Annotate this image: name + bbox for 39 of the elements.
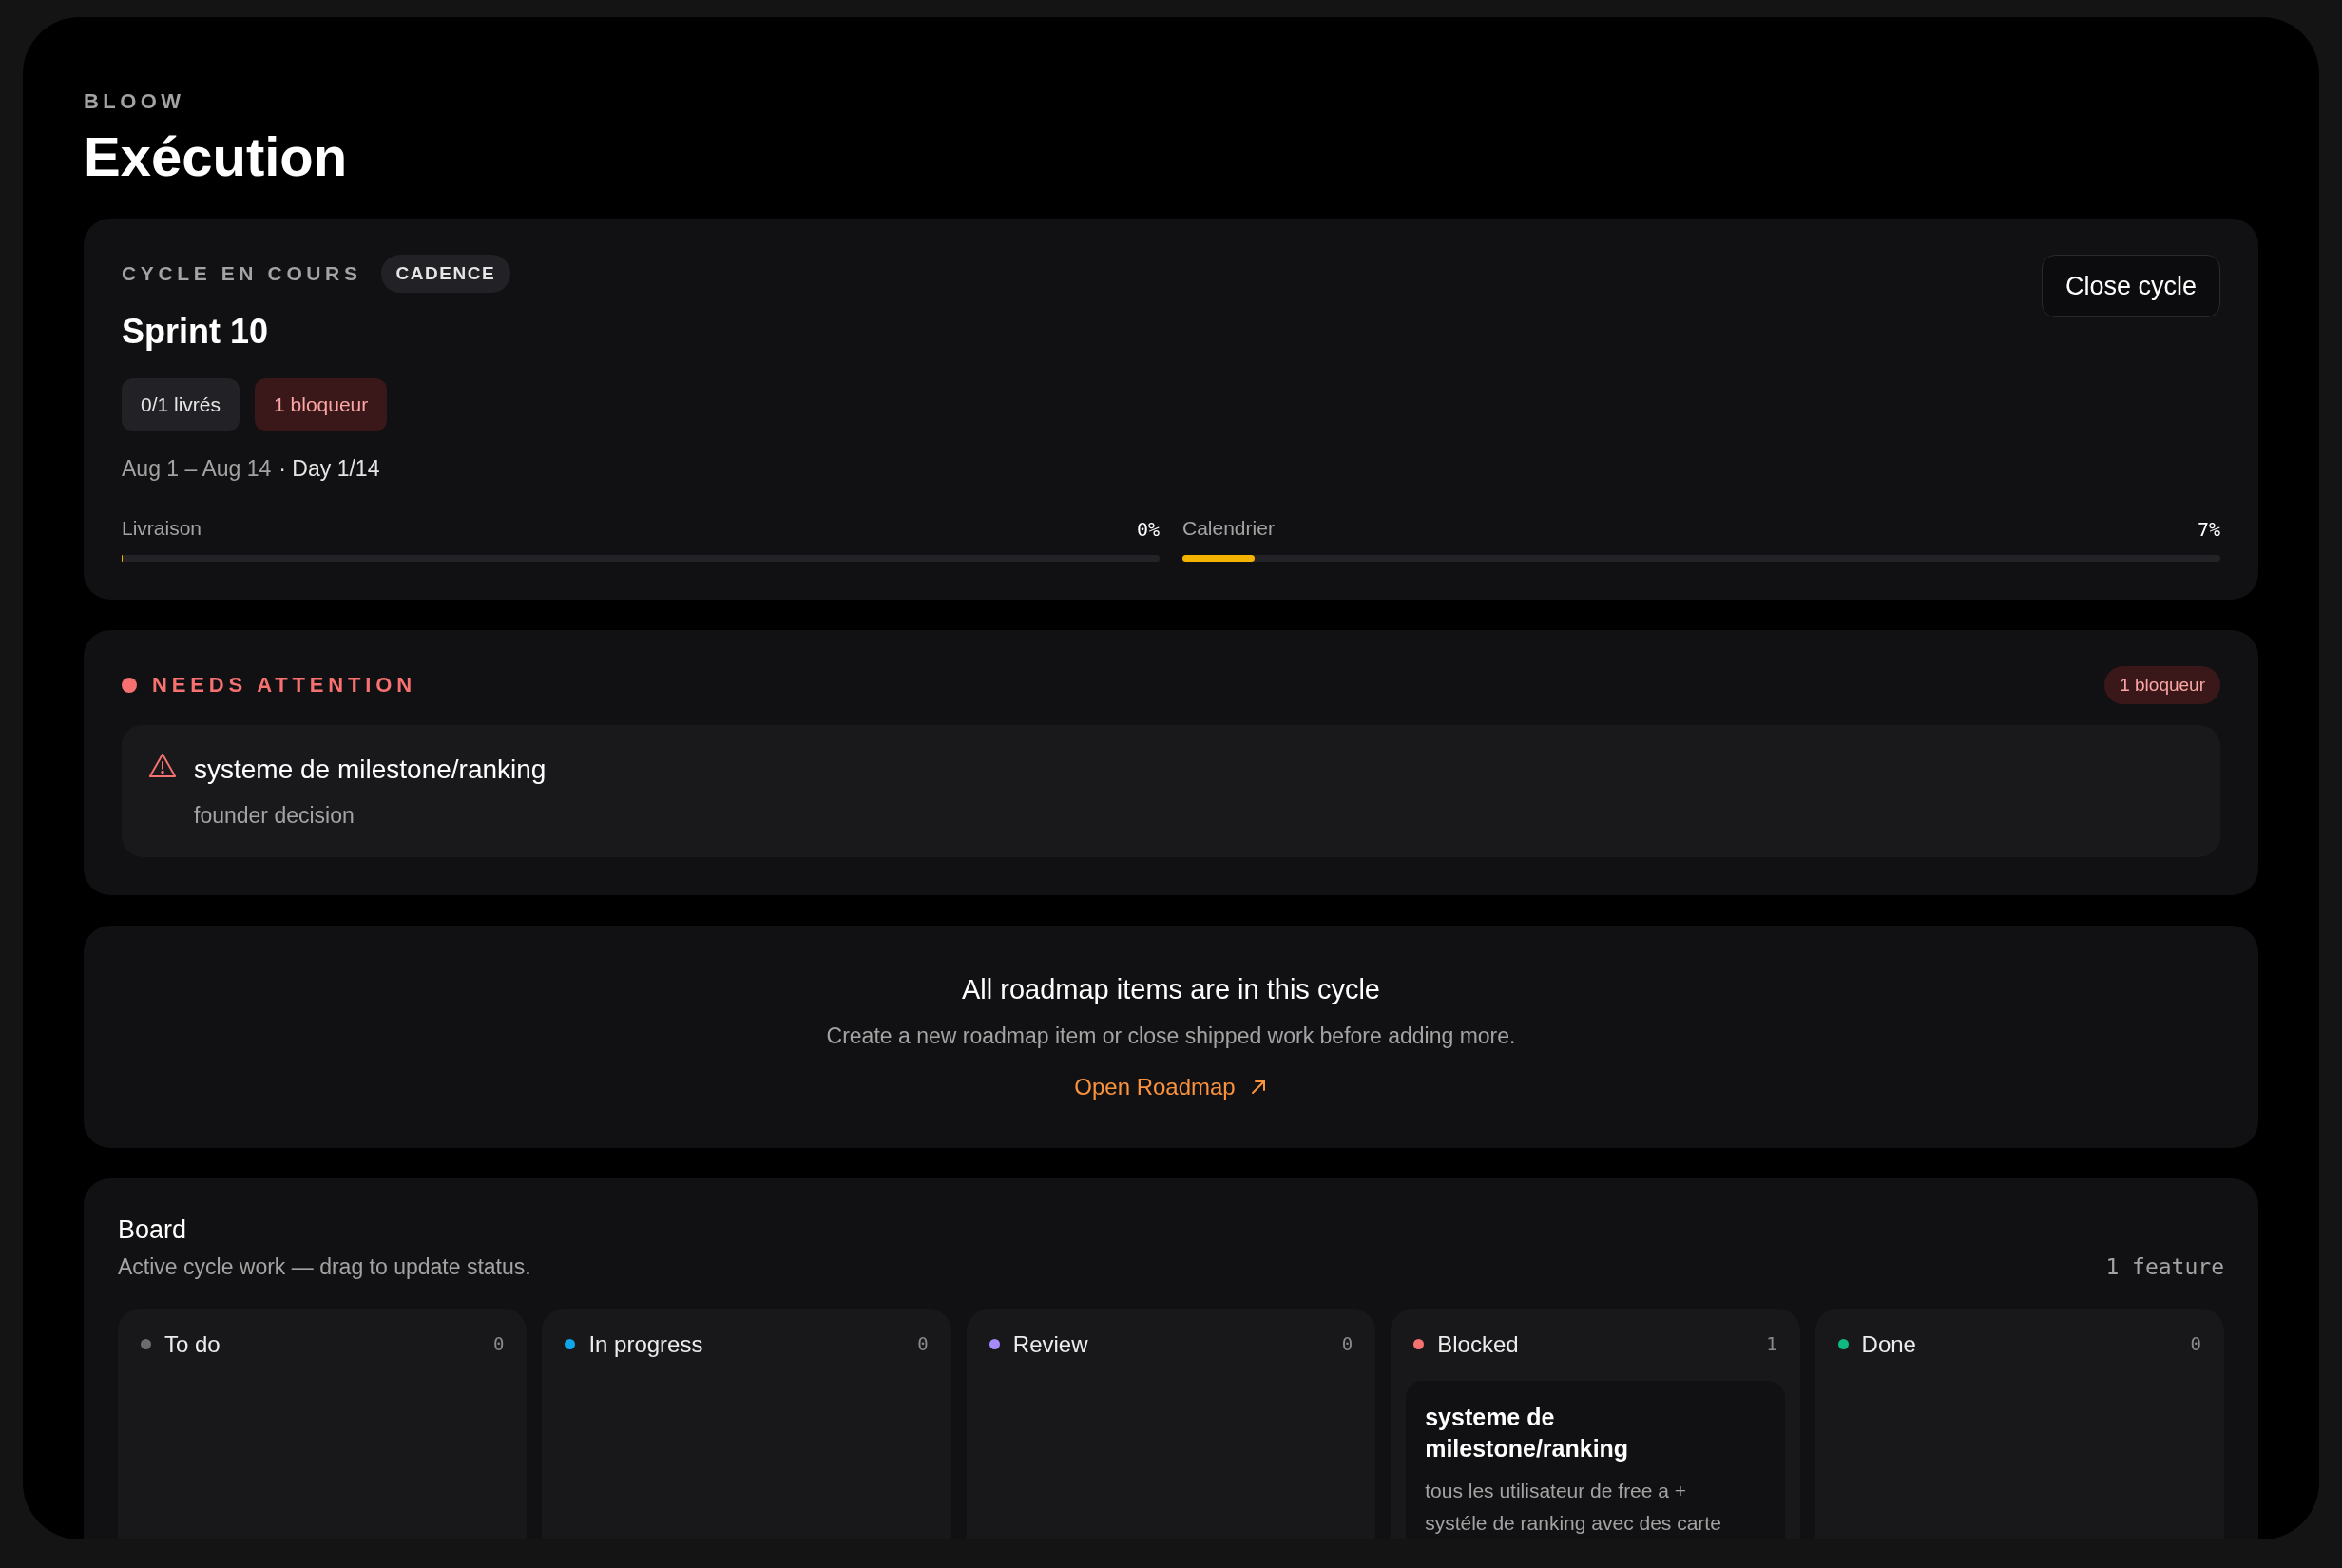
page-title: Exécution [84, 124, 349, 189]
progress-reading: 0% [1136, 516, 1160, 543]
sprint-title: Sprint 10 [122, 311, 270, 353]
board-title: Board [118, 1214, 188, 1246]
card-description: tous les utilisateur de free a + systéle de ranking avec des carte [1425, 1479, 1722, 1536]
attention-subtitle: founder decision [194, 802, 355, 830]
attention-title: systeme de milestone/ranking [194, 754, 547, 786]
section-label: CYCLE EN COURS [122, 261, 362, 286]
day-counter: · Day 1/14 [278, 454, 380, 483]
attention-item[interactable]: systeme de milestone/ranking founder decision [122, 725, 2220, 857]
empty-state-text: Create a new roadmap item or close shipped work before adding more. [826, 1023, 1516, 1050]
column-count: 0 [1341, 1332, 1353, 1357]
column-count: 0 [917, 1332, 929, 1357]
progress-reading: 7% [2197, 516, 2220, 543]
feature-count: 1 feature [2105, 1253, 2224, 1281]
column-title: In progress [588, 1329, 703, 1359]
warning-icon [148, 752, 177, 778]
board-subtitle: Active cycle work — drag to update status. [118, 1253, 531, 1281]
column-title: To do [164, 1329, 221, 1359]
feature-card[interactable]: systeme de milestone/ranking tous les utilisateur de free a + systéle de ranking avec des carte [1406, 1380, 1785, 1539]
section-label: NEEDS ATTENTION [152, 672, 416, 699]
column-count: 0 [492, 1332, 505, 1357]
open-roadmap-link[interactable]: Open Roadmap [1074, 1069, 1268, 1104]
brand-label: BLOOW [84, 88, 186, 115]
column-title: Blocked [1437, 1329, 1519, 1359]
status-chip: 1 bloqueur [255, 378, 388, 431]
column-title: Review [1012, 1329, 1088, 1359]
status-chip: 0/1 livrés [122, 378, 240, 431]
progress-label: Livraison [122, 516, 202, 541]
column-title: Done [1861, 1329, 1916, 1359]
empty-state-title: All roadmap items are in this cycle [962, 972, 1380, 1006]
date-range: Aug 1 – Aug 14 [122, 454, 272, 483]
close-cycle-button[interactable]: Close cycle [2041, 254, 2220, 317]
column-count: 0 [2190, 1332, 2201, 1357]
card-title: systeme de milestone/ranking [1425, 1402, 1630, 1464]
progress-label: Calendrier [1182, 516, 1275, 541]
blocker-badge: 1 bloqueur [2104, 665, 2220, 704]
cadence-tag: CADENCE [380, 254, 511, 293]
column-count: 1 [1766, 1332, 1777, 1357]
